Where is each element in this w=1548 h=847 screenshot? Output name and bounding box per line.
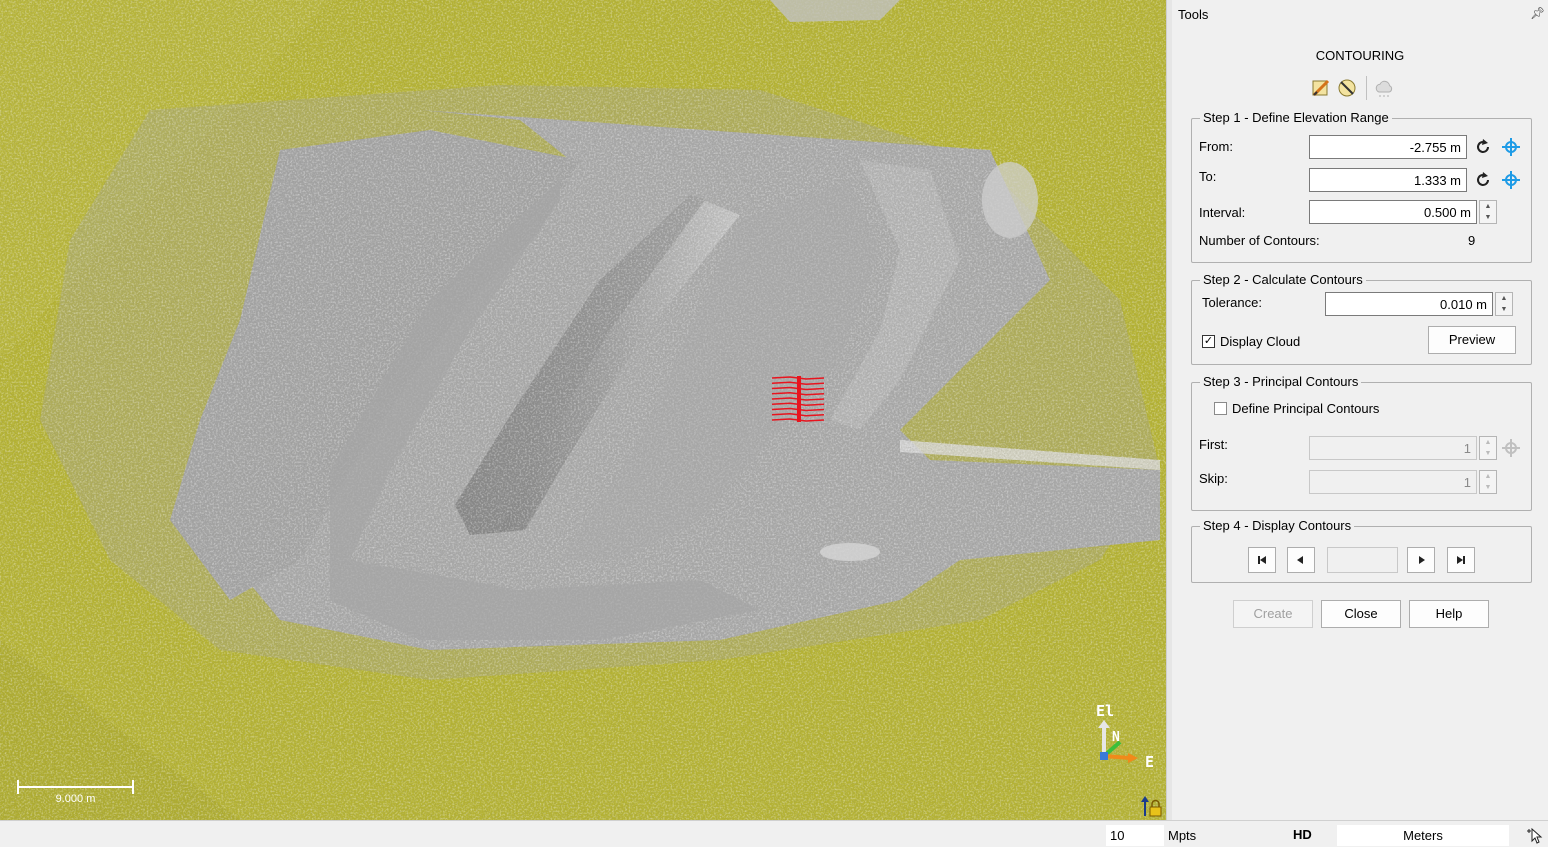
first-field[interactable]: 1 — [1309, 436, 1477, 460]
east-axis-label: E — [1145, 753, 1155, 771]
last-contour-button[interactable] — [1447, 547, 1475, 573]
pick-to-icon[interactable] — [1501, 170, 1521, 190]
display-cloud-label: Display Cloud — [1220, 334, 1301, 349]
tolerance-label: Tolerance: — [1202, 295, 1262, 310]
pick-from-icon[interactable] — [1501, 137, 1521, 157]
first-contour-button[interactable] — [1248, 547, 1276, 573]
tolerance-field[interactable]: 0.010 m — [1325, 292, 1493, 316]
step4-legend: Step 4 - Display Contours — [1200, 518, 1355, 533]
pin-icon[interactable]: 📌︎ — [1530, 6, 1545, 20]
first-label: First: — [1199, 437, 1228, 452]
points-count: 10 — [1106, 825, 1164, 846]
toolbar-divider — [1366, 76, 1367, 100]
previous-contour-button[interactable] — [1287, 547, 1315, 573]
display-cloud-checkbox[interactable]: ✓ — [1202, 335, 1215, 348]
close-button[interactable]: Close — [1321, 600, 1401, 628]
current-contour-field[interactable] — [1327, 547, 1398, 573]
help-button[interactable]: Help — [1409, 600, 1489, 628]
tool-heading: CONTOURING — [1315, 48, 1405, 63]
north-axis-label: N — [1112, 730, 1120, 745]
scale-bar-label: 9.000 m — [55, 793, 96, 805]
to-field[interactable]: 1.333 m — [1309, 168, 1467, 192]
cloud-icon[interactable] — [1374, 78, 1394, 98]
step3-legend: Step 3 - Principal Contours — [1200, 374, 1362, 389]
interval-label: Interval: — [1199, 205, 1246, 220]
step1-legend: Step 1 - Define Elevation Range — [1200, 110, 1392, 125]
step2-legend: Step 2 - Calculate Contours — [1200, 272, 1366, 287]
contour-preview — [771, 376, 825, 422]
status-bar: 10 Mpts HD Meters — [0, 820, 1548, 847]
reset-from-icon[interactable] — [1473, 137, 1493, 157]
interval-spinner[interactable]: ▲ ▼ — [1479, 200, 1497, 224]
next-contour-button[interactable] — [1407, 547, 1435, 573]
quality-indicator[interactable]: HD — [1293, 827, 1312, 842]
eraser-icon[interactable] — [1337, 78, 1357, 98]
skip-field[interactable]: 1 — [1309, 470, 1477, 494]
skip-last-icon — [1457, 556, 1465, 564]
step2-group: Step 2 - Calculate Contours Tolerance: 0… — [1191, 272, 1532, 365]
skip-spinner[interactable]: ▲ ▼ — [1479, 470, 1497, 494]
panel-title: Tools — [1178, 7, 1209, 22]
preview-button[interactable]: Preview — [1428, 326, 1516, 354]
first-spinner[interactable]: ▲ ▼ — [1479, 436, 1497, 460]
contour-count-value: 9 — [1468, 233, 1476, 248]
scale-bar: 9.000 m — [17, 780, 134, 805]
skip-first-icon — [1258, 556, 1266, 564]
pencil-contour-icon[interactable] — [1311, 78, 1331, 98]
step1-group: Step 1 - Define Elevation Range From: -2… — [1191, 110, 1532, 263]
step3-group: Step 3 - Principal Contours Define Princ… — [1191, 374, 1532, 511]
define-principal-checkbox[interactable] — [1214, 402, 1227, 415]
cursor-mode-icon[interactable] — [1526, 827, 1544, 845]
previous-icon — [1297, 556, 1303, 564]
points-unit: Mpts — [1168, 828, 1197, 843]
to-label: To: — [1199, 169, 1217, 184]
axis-gizmo: El N E — [1090, 700, 1160, 775]
reset-to-icon[interactable] — [1473, 170, 1493, 190]
units-field[interactable]: Meters — [1337, 825, 1509, 846]
create-button[interactable]: Create — [1233, 600, 1313, 628]
define-principal-label: Define Principal Contours — [1232, 401, 1380, 416]
step4-group: Step 4 - Display Contours — [1191, 518, 1532, 583]
next-icon — [1419, 556, 1425, 564]
elevation-axis-label: El — [1096, 702, 1115, 720]
view-lock-icon[interactable] — [1140, 796, 1164, 818]
from-label: From: — [1199, 139, 1233, 154]
tools-panel: Tools 📌︎ CONTOURING Step 1 - Define Elev… — [1172, 0, 1548, 820]
point-cloud-viewport[interactable]: 9.000 m El N E — [0, 0, 1166, 820]
skip-label: Skip: — [1199, 471, 1228, 486]
pick-first-icon[interactable] — [1501, 438, 1521, 458]
contour-count-label: Number of Contours: — [1199, 233, 1320, 248]
from-field[interactable]: -2.755 m — [1309, 135, 1467, 159]
tolerance-spinner[interactable]: ▲ ▼ — [1495, 292, 1513, 316]
interval-field[interactable]: 0.500 m — [1309, 200, 1477, 224]
